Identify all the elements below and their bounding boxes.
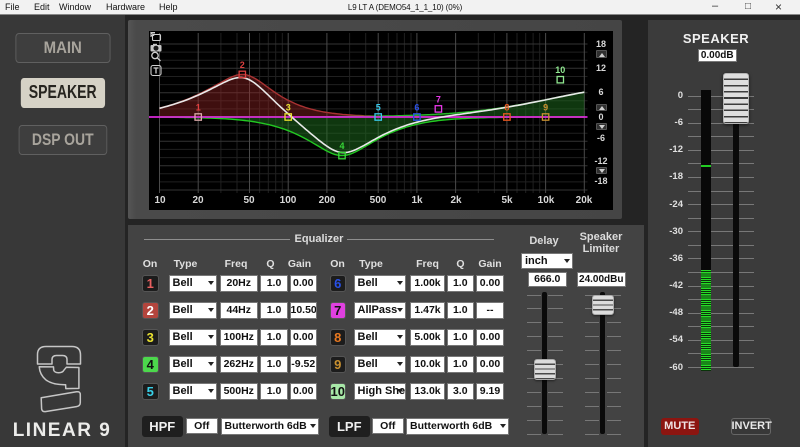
svg-text:7: 7 <box>436 94 441 104</box>
svg-text:10: 10 <box>555 65 565 75</box>
svg-text:5: 5 <box>376 103 381 113</box>
svg-text:1: 1 <box>196 103 201 113</box>
svg-text:9: 9 <box>543 103 548 113</box>
svg-text:6: 6 <box>414 103 419 113</box>
svg-text:4: 4 <box>339 141 344 151</box>
svg-text:8: 8 <box>504 103 509 113</box>
svg-text:2: 2 <box>240 60 245 70</box>
svg-text:3: 3 <box>286 103 291 113</box>
